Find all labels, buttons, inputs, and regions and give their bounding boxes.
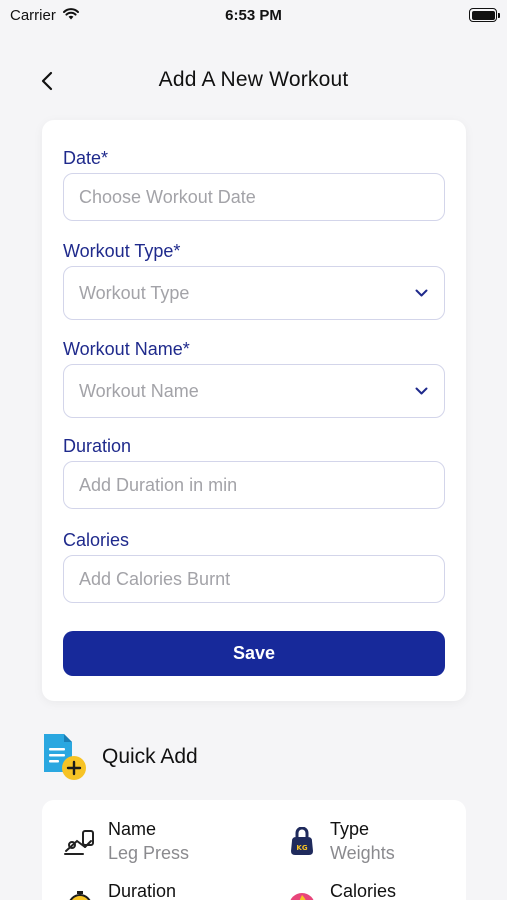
date-placeholder: Choose Workout Date xyxy=(79,186,256,207)
status-bar: Carrier 6:53 PM xyxy=(0,0,507,30)
workout-name-placeholder: Workout Name xyxy=(79,380,199,401)
carrier-label: Carrier xyxy=(10,6,56,24)
duration-field[interactable]: Add Duration in min xyxy=(63,461,445,509)
quick-add-card[interactable]: Name Leg Press KG Type Weights Duration xyxy=(42,800,466,900)
kettlebell-icon: KG xyxy=(284,824,320,860)
quick-add-item-calories: Calories xyxy=(284,880,396,900)
workout-type-label: Workout Type* xyxy=(63,241,181,261)
chevron-down-icon xyxy=(415,286,429,300)
duration-placeholder: Add Duration in min xyxy=(79,474,238,495)
nav-header: Add A New Workout xyxy=(0,58,507,102)
workout-name-label: Workout Name* xyxy=(63,339,190,359)
stopwatch-icon xyxy=(62,886,98,900)
calories-label: Calories xyxy=(63,530,130,550)
battery-icon xyxy=(469,8,500,22)
calories-field[interactable]: Add Calories Burnt xyxy=(63,555,445,603)
quick-add-item-duration: Duration xyxy=(62,880,176,900)
save-button[interactable]: Save xyxy=(63,631,445,676)
status-left: Carrier xyxy=(10,7,80,24)
quick-add-name-value: Leg Press xyxy=(108,843,190,863)
back-button[interactable] xyxy=(32,66,62,96)
wifi-icon xyxy=(62,7,80,24)
duration-label: Duration xyxy=(63,436,132,456)
quick-add-type-label: Type xyxy=(330,819,370,839)
quick-add-item-name: Name Leg Press xyxy=(62,818,189,866)
quick-add-item-type: KG Type Weights xyxy=(284,818,395,866)
page-title: Add A New Workout xyxy=(158,68,349,91)
chevron-left-icon xyxy=(41,71,53,91)
date-field[interactable]: Choose Workout Date xyxy=(63,173,445,221)
quick-add-header: Quick Add xyxy=(42,732,442,782)
quick-add-title: Quick Add xyxy=(102,745,198,768)
workout-type-placeholder: Workout Type xyxy=(79,282,190,303)
chevron-down-icon xyxy=(415,384,429,398)
calories-placeholder: Add Calories Burnt xyxy=(79,568,231,589)
workout-form-card: Date* Choose Workout Date Workout Type* … xyxy=(42,120,466,701)
quick-add-duration-label: Duration xyxy=(108,881,177,900)
quick-add-type-value: Weights xyxy=(330,843,395,863)
workout-name-select[interactable]: Workout Name xyxy=(63,364,445,418)
workout-type-select[interactable]: Workout Type xyxy=(63,266,445,320)
quick-add-name-label: Name xyxy=(108,819,157,839)
svg-text:KG: KG xyxy=(296,844,307,852)
date-label: Date* xyxy=(63,148,109,168)
flame-icon xyxy=(284,886,320,900)
quick-add-icon xyxy=(42,732,90,782)
leg-press-icon xyxy=(62,824,98,860)
quick-add-calories-label: Calories xyxy=(330,881,397,900)
